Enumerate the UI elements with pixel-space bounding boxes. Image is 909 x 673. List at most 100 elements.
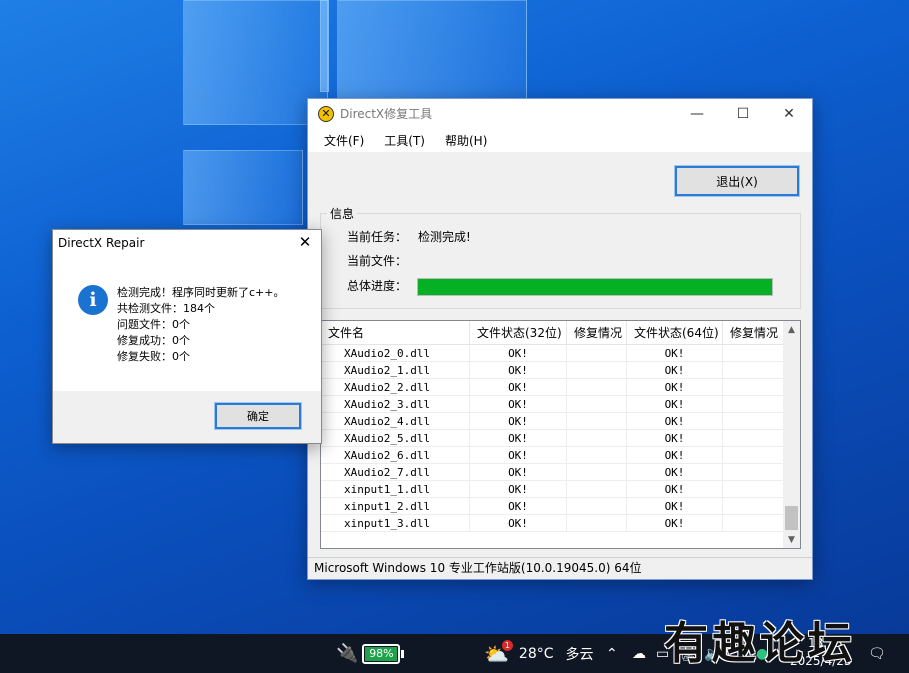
cell-repair-64	[723, 447, 784, 464]
ok-button[interactable]: 确定	[214, 402, 302, 430]
overall-progress-bar	[417, 278, 773, 296]
scroll-down-arrow-icon[interactable]: ▼	[783, 531, 800, 548]
info-group: 信息 当前任务： 检测完成! 当前文件： 总体进度：	[320, 205, 801, 309]
cell-filename: xinput1_3.dll	[321, 515, 470, 532]
cell-status-64: OK!	[627, 396, 723, 413]
dialog-message-line: 共检测文件：184个	[117, 302, 215, 315]
maximize-icon: ☐	[736, 105, 750, 122]
cell-status-64: OK!	[627, 362, 723, 379]
cell-repair-32	[567, 362, 627, 379]
table-row[interactable]: xinput1_2.dll OK! OK!	[321, 498, 784, 515]
column-header-status-32[interactable]: 文件状态(32位)	[470, 321, 567, 345]
cell-repair-32	[567, 481, 627, 498]
battery-indicator[interactable]: 🔌 98%	[336, 634, 405, 673]
notification-center-button[interactable]: 🗨	[868, 634, 886, 673]
column-header-repair-32[interactable]: 修复情况	[567, 321, 627, 345]
menu-bar: 文件(F) 工具(T) 帮助(H)	[308, 128, 812, 152]
cell-status-32: OK!	[470, 345, 567, 362]
cell-repair-64	[723, 430, 784, 447]
partly-cloudy-icon: ⛅ 1	[484, 639, 513, 666]
cell-filename: XAudio2_0.dll	[321, 345, 470, 362]
menu-tools[interactable]: 工具(T)	[374, 132, 435, 149]
cell-filename: XAudio2_3.dll	[321, 396, 470, 413]
close-button[interactable]: ✕	[766, 99, 812, 128]
table-row[interactable]: XAudio2_5.dll OK! OK!	[321, 430, 784, 447]
cell-filename: XAudio2_1.dll	[321, 362, 470, 379]
cell-repair-64	[723, 498, 784, 515]
cell-repair-64	[723, 396, 784, 413]
cell-filename: XAudio2_5.dll	[321, 430, 470, 447]
weather-description: 多云	[565, 646, 594, 663]
table-row[interactable]: XAudio2_7.dll OK! OK!	[321, 464, 784, 481]
cell-repair-64	[723, 464, 784, 481]
column-header-filename[interactable]: 文件名	[321, 321, 470, 345]
title-bar[interactable]: ✕ DirectX修复工具 — ☐ ✕	[308, 99, 812, 128]
cell-repair-32	[567, 447, 627, 464]
cell-status-64: OK!	[627, 481, 723, 498]
cell-filename: XAudio2_6.dll	[321, 447, 470, 464]
wallpaper-pane	[183, 150, 303, 225]
table-row[interactable]: xinput1_3.dll OK! OK!	[321, 515, 784, 532]
dialog-close-button[interactable]: ✕	[295, 233, 315, 253]
scrollbar-thumb[interactable]	[785, 506, 798, 530]
window-title: DirectX修复工具	[340, 107, 433, 121]
cell-status-32: OK!	[470, 498, 567, 515]
table-row[interactable]: XAudio2_1.dll OK! OK!	[321, 362, 784, 379]
overall-progress-label: 总体进度：	[347, 279, 408, 293]
weather-alert-badge: 1	[501, 639, 513, 651]
cell-status-64: OK!	[627, 447, 723, 464]
cell-status-32: OK!	[470, 447, 567, 464]
forum-watermark: 有趣论坛	[664, 618, 856, 669]
directx-repair-window: ✕ DirectX修复工具 — ☐ ✕ 文件(F) 工具(T) 帮助(H) 退出…	[307, 98, 813, 580]
cell-repair-32	[567, 396, 627, 413]
cell-repair-64	[723, 362, 784, 379]
cell-status-32: OK!	[470, 396, 567, 413]
cell-filename: xinput1_2.dll	[321, 498, 470, 515]
show-hidden-icons-button[interactable]: ⌃	[606, 634, 618, 673]
weather-widget[interactable]: ⛅ 1 28°C 多云	[484, 634, 594, 673]
table-row[interactable]: xinput1_1.dll OK! OK!	[321, 481, 784, 498]
cell-repair-32	[567, 515, 627, 532]
table-row[interactable]: XAudio2_0.dll OK! OK!	[321, 345, 784, 362]
cell-repair-32	[567, 413, 627, 430]
dialog-message-line: 问题文件：0个	[117, 318, 190, 331]
cell-filename: xinput1_1.dll	[321, 481, 470, 498]
info-group-title: 信息	[327, 205, 358, 222]
cell-status-64: OK!	[627, 464, 723, 481]
cell-status-32: OK!	[470, 515, 567, 532]
cell-status-32: OK!	[470, 464, 567, 481]
directx-repair-icon: ✕	[318, 105, 334, 122]
menu-help[interactable]: 帮助(H)	[435, 132, 497, 149]
cell-repair-32	[567, 345, 627, 362]
cell-repair-64	[723, 379, 784, 396]
cell-status-32: OK!	[470, 430, 567, 447]
cell-filename: XAudio2_7.dll	[321, 464, 470, 481]
table-row[interactable]: XAudio2_4.dll OK! OK!	[321, 413, 784, 430]
table-row[interactable]: XAudio2_6.dll OK! OK!	[321, 447, 784, 464]
maximize-button[interactable]: ☐	[720, 99, 766, 128]
dialog-message-line: 检测完成！程序同时更新了c++。	[117, 286, 285, 299]
onedrive-tray-button[interactable]: ☁	[632, 634, 646, 673]
cell-status-32: OK!	[470, 362, 567, 379]
scroll-up-arrow-icon[interactable]: ▲	[783, 321, 800, 338]
table-row[interactable]: XAudio2_3.dll OK! OK!	[321, 396, 784, 413]
chevron-up-icon: ⌃	[606, 645, 618, 662]
close-icon: ✕	[298, 233, 312, 251]
table-scrollbar[interactable]: ▲ ▼	[783, 321, 800, 548]
column-header-repair-64[interactable]: 修复情况	[723, 321, 784, 345]
minimize-button[interactable]: —	[674, 99, 720, 128]
exit-button[interactable]: 退出(X)	[674, 165, 800, 197]
battery-percent: 98%	[369, 647, 394, 660]
dialog-message-line: 修复失败：0个	[117, 350, 190, 363]
cell-status-64: OK!	[627, 430, 723, 447]
current-file-label: 当前文件：	[347, 254, 408, 268]
menu-file[interactable]: 文件(F)	[314, 132, 374, 149]
power-plug-icon: 🔌	[336, 643, 359, 664]
cloud-icon: ☁	[632, 645, 646, 662]
cell-filename: XAudio2_4.dll	[321, 413, 470, 430]
status-bar: Microsoft Windows 10 专业工作站版(10.0.19045.0…	[308, 557, 812, 579]
close-icon: ✕	[783, 105, 795, 122]
table-row[interactable]: XAudio2_2.dll OK! OK!	[321, 379, 784, 396]
column-header-status-64[interactable]: 文件状态(64位)	[627, 321, 723, 345]
battery-icon: 98%	[362, 643, 401, 664]
